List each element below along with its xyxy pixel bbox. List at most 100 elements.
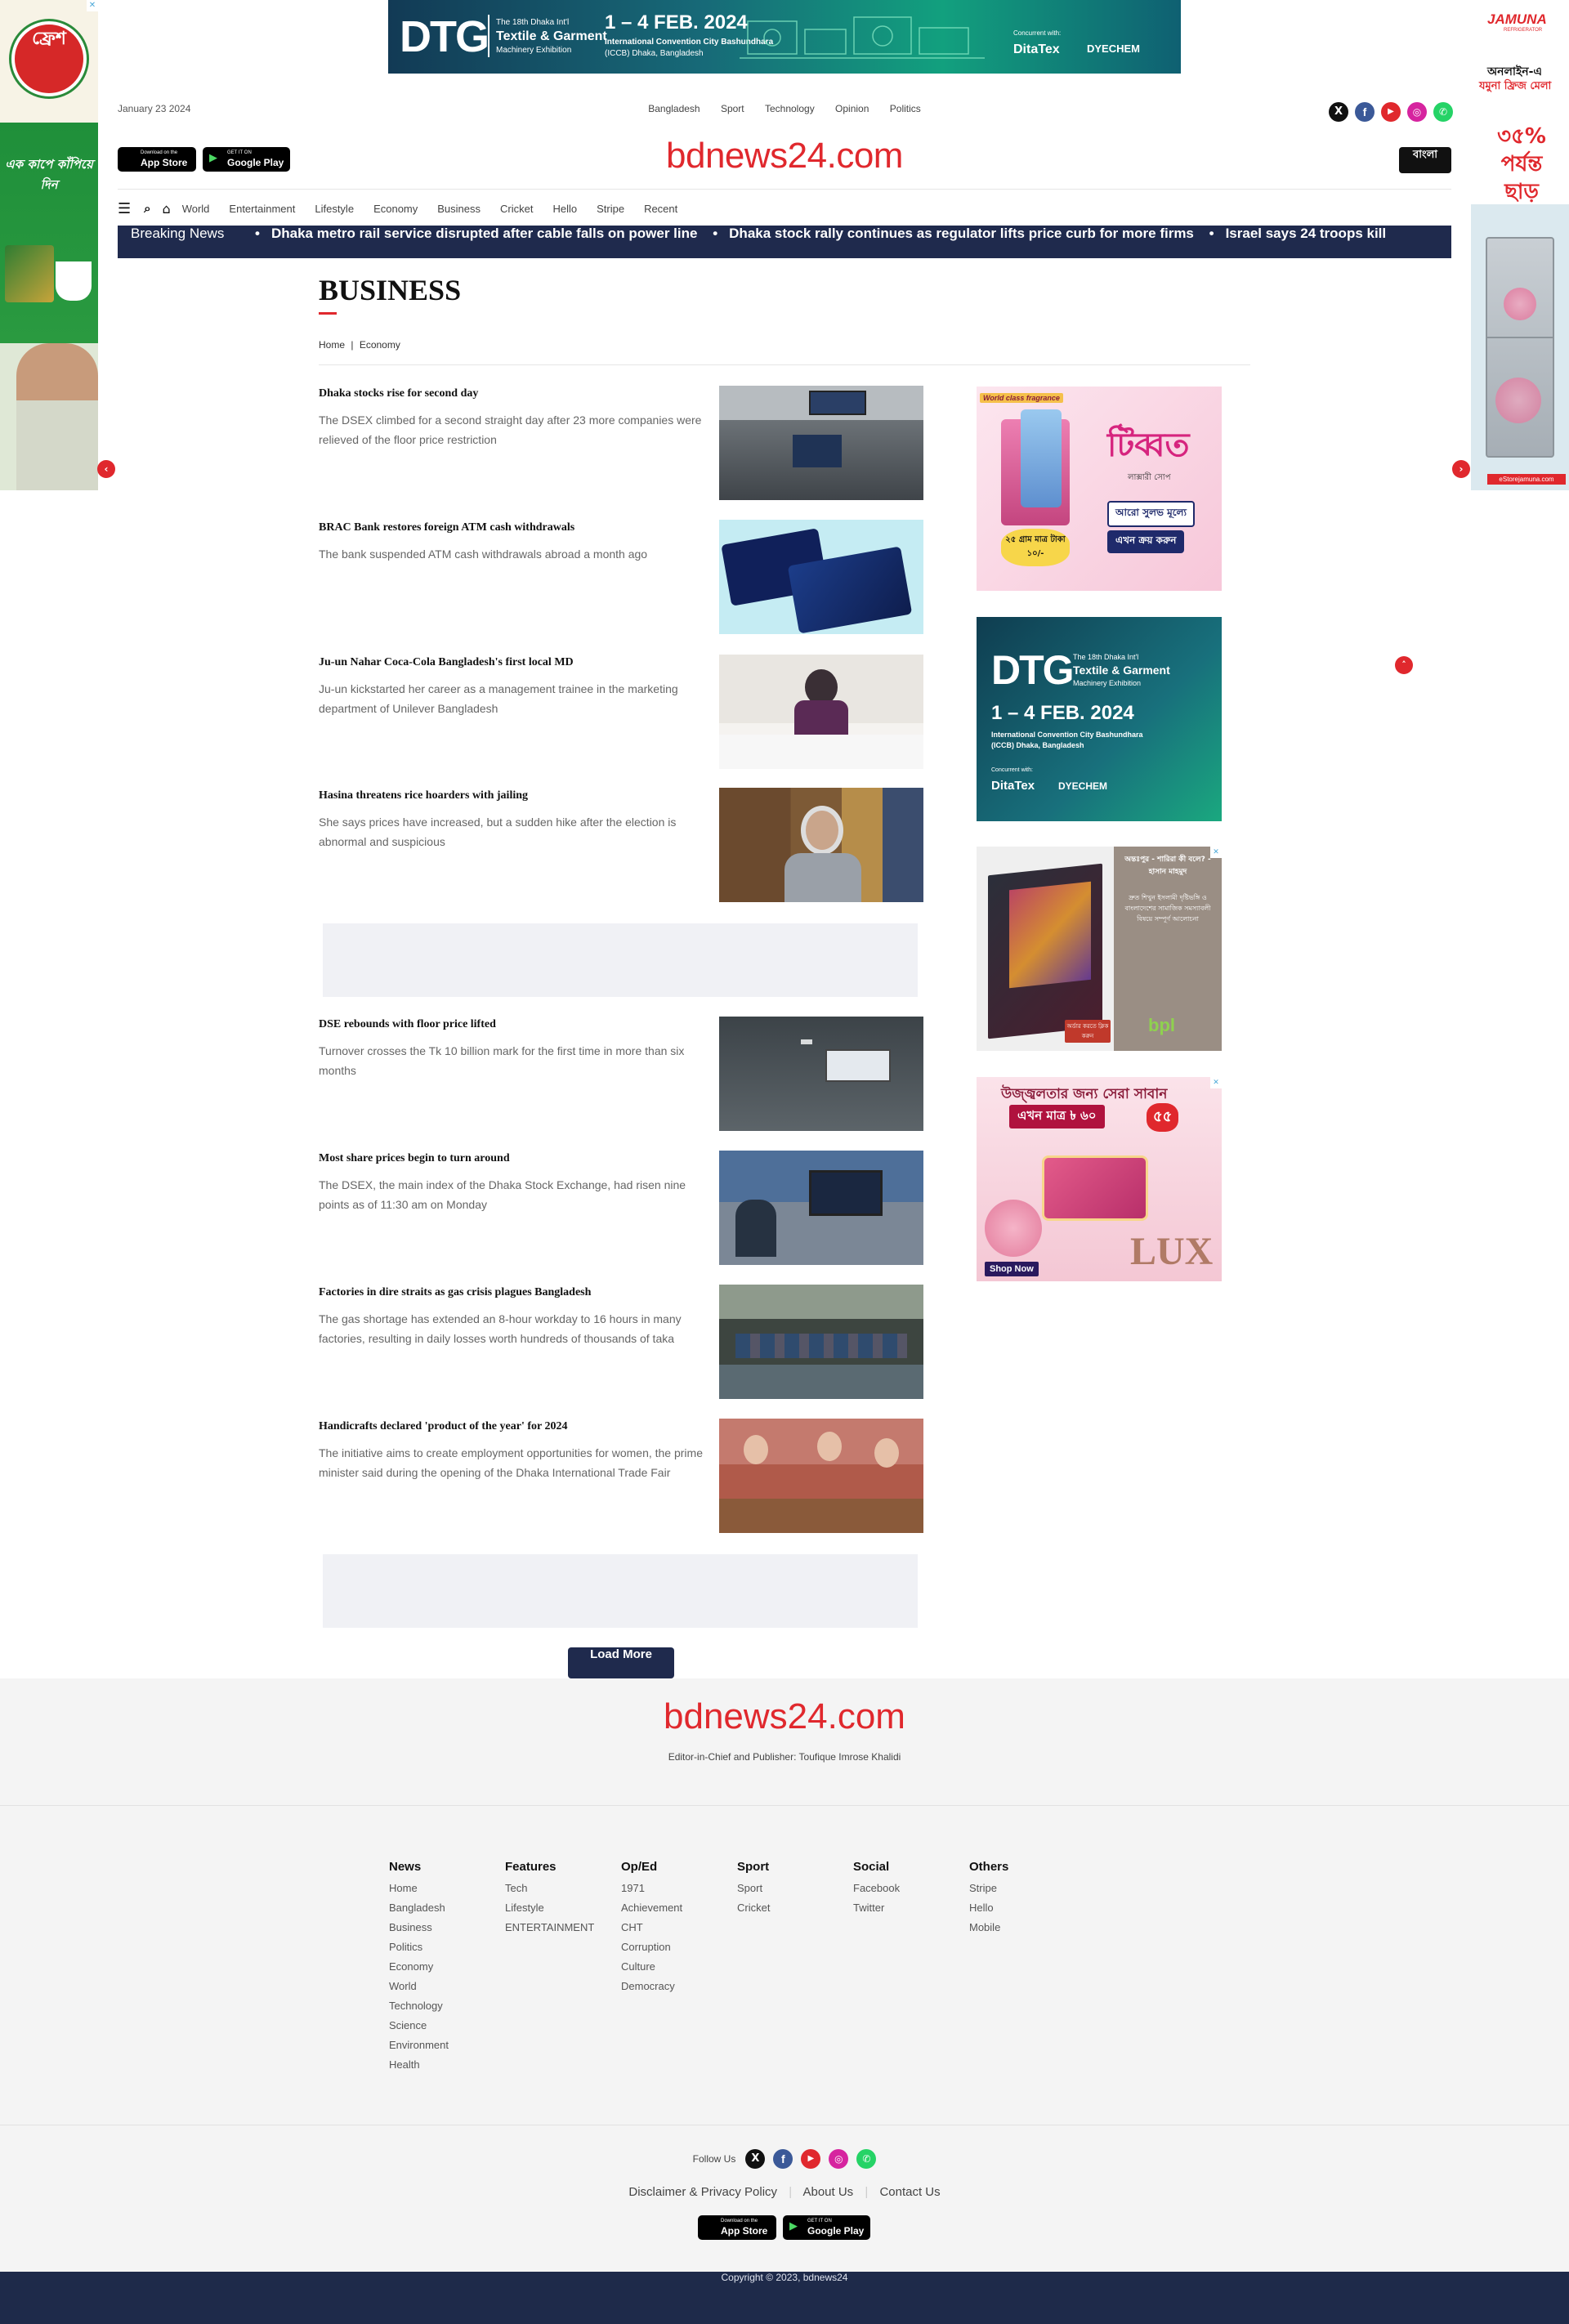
menu-icon[interactable]: ☰ [118,200,131,217]
footer-link[interactable]: Democracy [621,1977,727,1996]
footer-link[interactable]: Tech [505,1879,611,1898]
x-icon[interactable]: X [1329,102,1348,122]
footer-link[interactable]: Economy [389,1957,495,1977]
article-card[interactable]: Ju-un Nahar Coca-Cola Bangladesh's first… [319,655,923,769]
sidebar-ad-lux[interactable]: উজ্জ্বলতার জন্য সেরা সাবান এখন মাত্র ৳ ৬… [977,1077,1222,1281]
site-logo[interactable]: bdnews24.com [0,136,1569,177]
footer-link[interactable]: Stripe [969,1879,1075,1898]
language-button[interactable]: বাংলা [1399,147,1451,173]
article-title[interactable]: Handicrafts declared 'product of the yea… [319,1420,703,1433]
executive-portrait-photo[interactable] [719,655,923,769]
instagram-icon[interactable]: ◎ [829,2149,849,2169]
top-banner-ad[interactable]: DTG The 18th Dhaka Int'l Textile & Garme… [388,0,1181,74]
breaking-news-item[interactable]: Dhaka metro rail service disrupted after… [271,226,698,241]
sidebar-ad-book[interactable]: অন্তঃপুর - শারিরা কী বলে? - হাসান মাহমুদ… [977,847,1222,1051]
footer-link[interactable]: Home [389,1879,495,1898]
sidebar-ad-tibet-soap[interactable]: World class fragrance টিব্বত লাক্সারী সো… [977,387,1222,591]
bank-cards-photo[interactable] [719,520,923,634]
ad-choices-icon[interactable]: ✕ [1210,1077,1222,1088]
footer-link[interactable]: Technology [389,1996,495,2016]
footer-link[interactable]: ENTERTAINMENT [505,1918,611,1937]
youtube-icon[interactable]: ▶ [1381,102,1401,122]
nav-item-lifestyle[interactable]: Lifestyle [315,203,354,215]
home-icon[interactable]: ⌂ [163,201,171,217]
footer-link[interactable]: Twitter [853,1898,959,1918]
nav-item-hello[interactable]: Hello [552,203,577,215]
article-title[interactable]: Ju-un Nahar Coca-Cola Bangladesh's first… [319,656,703,669]
footer-link[interactable]: Health [389,2055,495,2075]
load-more-button[interactable]: Load More [568,1647,674,1678]
investor-monitor-photo[interactable] [719,1151,923,1265]
article-title[interactable]: BRAC Bank restores foreign ATM cash with… [319,521,703,534]
article-card[interactable]: Hasina threatens rice hoarders with jail… [319,788,923,902]
footer-logo[interactable]: bdnews24.com [0,1696,1569,1737]
right-ad-next-icon[interactable]: › [1452,460,1470,478]
prime-minister-photo[interactable] [719,788,923,902]
right-side-ad[interactable]: JAMUNA REFRIGERATOR অনলাইন-এ যমুনা ফ্রিজ… [1471,0,1569,490]
trade-fair-photo[interactable] [719,1419,923,1533]
footer-link[interactable]: Environment [389,2036,495,2055]
article-card[interactable]: Handicrafts declared 'product of the yea… [319,1419,923,1533]
article-card[interactable]: Dhaka stocks rise for second day The DSE… [319,386,923,500]
footer-link[interactable]: Corruption [621,1937,727,1957]
top-link-politics[interactable]: Politics [890,103,921,114]
nav-item-recent[interactable]: Recent [644,203,677,215]
left-side-ad[interactable]: ফ্রেশ এক কাপে কাঁপিয়ে দিন ✕ [0,0,98,490]
x-icon[interactable]: X [745,2149,766,2169]
nav-item-stripe[interactable]: Stripe [597,203,624,215]
footer-link[interactable]: Mobile [969,1918,1075,1937]
article-card[interactable]: Factories in dire straits as gas crisis … [319,1285,923,1399]
stock-board-photo[interactable] [719,1017,923,1131]
nav-item-business[interactable]: Business [437,203,481,215]
article-title[interactable]: Factories in dire straits as gas crisis … [319,1286,703,1299]
footer-link[interactable]: Achievement [621,1898,727,1918]
nav-item-world[interactable]: World [182,203,210,215]
article-title[interactable]: Dhaka stocks rise for second day [319,387,703,400]
facebook-icon[interactable]: f [1355,102,1375,122]
article-card[interactable]: BRAC Bank restores foreign ATM cash with… [319,520,923,634]
footer-link[interactable]: Lifestyle [505,1898,611,1918]
nav-item-entertainment[interactable]: Entertainment [229,203,295,215]
top-link-opinion[interactable]: Opinion [835,103,869,114]
breadcrumb-economy[interactable]: Economy [360,339,400,351]
breaking-news-item[interactable]: Israel says 24 troops kill [1226,226,1387,241]
footer-link-contact[interactable]: Contact Us [879,2185,940,2199]
footer-link[interactable]: Sport [737,1879,843,1898]
footer-link[interactable]: Hello [969,1898,1075,1918]
ad-choices-icon[interactable]: ✕ [1210,847,1222,858]
facebook-icon[interactable]: f [773,2149,793,2169]
search-icon[interactable]: ⌕ [144,201,150,216]
scroll-to-top-icon[interactable]: ˄ [1395,656,1413,674]
footer-link[interactable]: Cricket [737,1898,843,1918]
trading-floor-photo[interactable] [719,386,923,500]
footer-link[interactable]: Bangladesh [389,1898,495,1918]
footer-link[interactable]: Facebook [853,1879,959,1898]
footer-app-store-button[interactable]: Download on the App Store [698,2215,776,2240]
left-ad-prev-icon[interactable]: ‹ [97,460,115,478]
whatsapp-icon[interactable]: ✆ [856,2149,877,2169]
footer-link[interactable]: Science [389,2016,495,2036]
top-link-sport[interactable]: Sport [721,103,744,114]
breadcrumb-home[interactable]: Home [319,339,345,351]
article-title[interactable]: Most share prices begin to turn around [319,1152,703,1165]
footer-link[interactable]: Business [389,1918,495,1937]
footer-link[interactable]: Culture [621,1957,727,1977]
nav-item-economy[interactable]: Economy [373,203,418,215]
footer-link[interactable]: 1971 [621,1879,727,1898]
youtube-icon[interactable]: ▶ [801,2149,821,2169]
ad-choices-icon[interactable]: ✕ [87,0,98,11]
footer-link[interactable]: CHT [621,1918,727,1937]
article-title[interactable]: Hasina threatens rice hoarders with jail… [319,789,703,802]
article-card[interactable]: Most share prices begin to turn around T… [319,1151,923,1265]
instagram-icon[interactable]: ◎ [1407,102,1427,122]
sidebar-ad-dtg[interactable]: DTG The 18th Dhaka Int'l Textile & Garme… [977,617,1222,821]
article-title[interactable]: DSE rebounds with floor price lifted [319,1018,703,1031]
article-card[interactable]: DSE rebounds with floor price lifted Tur… [319,1017,923,1131]
footer-google-play-button[interactable]: ▶ GET IT ON Google Play [783,2215,870,2240]
factory-floor-photo[interactable] [719,1285,923,1399]
top-link-bangladesh[interactable]: Bangladesh [648,103,700,114]
footer-link[interactable]: Politics [389,1937,495,1957]
nav-item-cricket[interactable]: Cricket [500,203,533,215]
footer-link-about[interactable]: About Us [802,2185,853,2199]
whatsapp-icon[interactable]: ✆ [1433,102,1453,122]
